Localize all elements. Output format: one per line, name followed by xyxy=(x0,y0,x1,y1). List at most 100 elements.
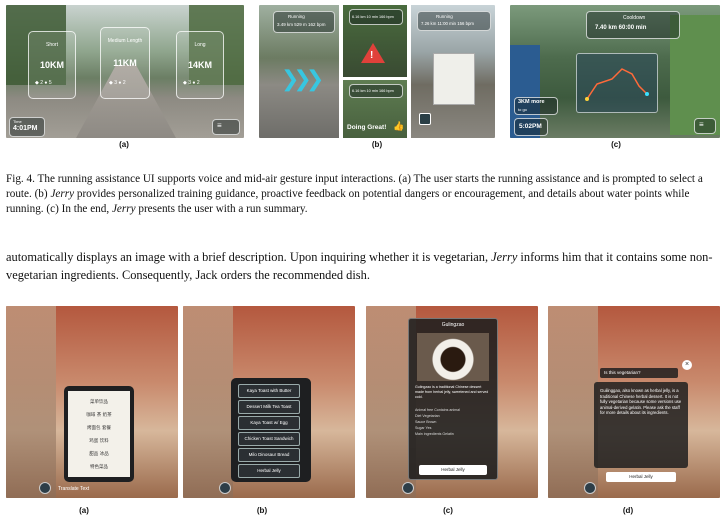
route-distance: 10KM xyxy=(39,60,64,70)
menu-line: 特色菜品 xyxy=(90,465,108,470)
close-icon[interactable]: × xyxy=(682,360,692,370)
dish-info-card: Gulingzao Gulingzao is a traditional Chi… xyxy=(408,318,498,480)
cooldown-stats: 7.40 km 60:00 min xyxy=(595,25,647,31)
remaining-distance: 3KM more xyxy=(518,99,545,105)
danger-warning-view: 6.16 km 10 min 166 bpm ! xyxy=(343,5,407,77)
cooldown-widget: Cooldown 7.40 km 60:00 min xyxy=(586,11,680,39)
route-map xyxy=(576,53,658,113)
route-path xyxy=(585,68,649,101)
voice-icon[interactable] xyxy=(219,482,231,494)
caption-jerry-1: Jerry xyxy=(50,188,75,200)
running-stats: 6.16 km 10 min 166 bpm xyxy=(352,15,394,19)
subfigure-label-b-2: (b) xyxy=(256,506,268,515)
dish-description: Gulingzao is a traditional Chinese desse… xyxy=(415,385,489,399)
running-stats-widget: 6.16 km 10 min 166 bpm xyxy=(349,9,403,25)
body-paragraph: automatically displays an image with a b… xyxy=(6,248,720,284)
water-point-view: Running 7.26 km 11:00 min 156 bpm xyxy=(411,5,495,138)
dish-option[interactable]: Herbal Jelly xyxy=(238,464,300,478)
figure-5c-image: Gulingzao Gulingzao is a traditional Chi… xyxy=(366,306,538,498)
voice-icon[interactable] xyxy=(402,482,414,494)
doing-great-text: Doing Great! xyxy=(347,124,387,131)
subfigure-label-b: (b) xyxy=(371,140,383,149)
menu-screen: 菜单饮品 咖啡 茶 奶茶 烤面包 套餐 鸡蛋 饮料 甜品 冰品 特色菜品 xyxy=(68,391,130,477)
running-stats-mini: 6.16 km 10 min 166 bpm xyxy=(352,89,394,93)
dish-facts-table: Animal free Contains animal Diet Vegetar… xyxy=(415,408,460,436)
figure-5a-image: 菜单饮品 咖啡 茶 奶茶 烤面包 套餐 鸡蛋 饮料 甜品 冰品 特色菜品 Tra… xyxy=(6,306,178,498)
running-label: Running xyxy=(288,14,305,19)
route-stats: ◆ 3 ● 2 xyxy=(183,80,200,86)
figure-4b-image: Running 3.49 km 529 m 162 bpm ❯❯❯ 6.16 k… xyxy=(259,5,495,138)
dish-photo xyxy=(417,333,489,381)
figure-caption: Fig. 4. The running assistance UI suppor… xyxy=(6,172,720,217)
menu-icon[interactable]: ≡ xyxy=(694,118,716,134)
running-stats: 3.49 km 529 m 162 bpm xyxy=(277,22,326,27)
time-widget: 5:02PM xyxy=(514,118,548,136)
cooldown-label: Cooldown xyxy=(623,15,646,21)
voice-icon[interactable] xyxy=(39,482,51,494)
pin-icon: ● xyxy=(44,80,48,86)
route-name: Short xyxy=(46,42,58,48)
dish-title: Gulingzao xyxy=(441,322,465,328)
remaining-sub: to go xyxy=(518,107,527,112)
menu-icon[interactable]: ≡ xyxy=(212,119,240,135)
thumbs-up-icon: 👍 xyxy=(393,121,405,131)
translate-text-button[interactable]: Translate Text xyxy=(58,486,89,492)
running-stats-widget: Running 7.26 km 11:00 min 156 bpm xyxy=(417,11,491,31)
figure-5b-image: Kaya Toast with Butter Dessert Milk Tea … xyxy=(183,306,355,498)
route-card-medium[interactable]: Medium Length 11KM ◆ 3 ● 2 xyxy=(100,27,150,99)
tablet: 菜单饮品 咖啡 茶 奶茶 烤面包 套餐 鸡蛋 饮料 甜品 冰品 特色菜品 xyxy=(64,386,134,482)
route-distance: 14KM xyxy=(187,60,212,70)
running-view-1: Running 3.49 km 529 m 162 bpm ❯❯❯ xyxy=(259,5,339,138)
herbal-jelly-button[interactable]: Herbal Jelly xyxy=(606,472,676,482)
body-text-1: automatically displays an image with a b… xyxy=(6,250,492,264)
route-name: Medium Length xyxy=(107,38,143,44)
time-value: 4:01PM xyxy=(13,125,38,132)
running-stats-widget: 6.16 km 10 min 166 bpm xyxy=(349,84,403,98)
dish-option[interactable]: Milo Dinosaur Bread xyxy=(238,448,300,462)
figure-4c-image: Cooldown 7.40 km 60:00 min 3KM more to g… xyxy=(510,5,720,138)
route-card-long[interactable]: Long 14KM ◆ 3 ● 2 xyxy=(176,31,224,99)
encouragement-view: 6.16 km 10 min 166 bpm Doing Great! 👍 xyxy=(343,80,407,138)
dish-option[interactable]: Chicken Toast Sandwich xyxy=(238,432,300,446)
figure-4a-image: Short 10KM ◆ 2 ● 5 Medium Length 11KM ◆ … xyxy=(6,5,244,138)
route-stats: ◆ 3 ● 2 xyxy=(109,80,126,86)
subfigure-label-c-2: (c) xyxy=(443,506,453,515)
subfigure-label-a: (a) xyxy=(119,140,129,149)
route-stats: ◆ 2 ● 5 xyxy=(35,80,52,86)
running-label: Running xyxy=(436,14,453,19)
water-icon: ◆ xyxy=(35,80,39,86)
figure-5d-image: × Is this vegetarian? Guilinggao, also k… xyxy=(548,306,720,498)
figure-number: Fig. 4. xyxy=(6,173,35,185)
answer-text: Guilinggao, also known as herbal jelly, … xyxy=(600,388,682,416)
voice-icon[interactable] xyxy=(584,482,596,494)
time-value: 5:02PM xyxy=(519,123,542,130)
menu-line: 甜品 冰品 xyxy=(89,452,109,457)
time-widget: Time 4:01PM xyxy=(9,117,45,137)
caption-text-3: presents the user with a run summary. xyxy=(135,203,308,215)
direction-arrow-icon: ❯❯❯ xyxy=(281,67,324,92)
running-stats: 7.26 km 11:00 min 156 bpm xyxy=(421,21,474,26)
water-point-marker xyxy=(419,113,431,125)
subfigure-label-a-2: (a) xyxy=(79,506,89,515)
subfigure-label-c: (c) xyxy=(611,140,621,149)
answer-card: Guilinggao, also known as herbal jelly, … xyxy=(594,382,688,468)
question-text: Is this vegetarian? xyxy=(604,370,641,375)
caption-jerry-2: Jerry xyxy=(111,203,136,215)
dish-option[interactable]: Dessert Milk Tea Toast xyxy=(238,400,300,414)
remaining-distance-widget: 3KM more to go xyxy=(514,97,558,115)
route-name: Long xyxy=(194,42,206,48)
menu-line: 烤面包 套餐 xyxy=(87,426,111,431)
herbal-jelly-button[interactable]: Herbal Jelly xyxy=(419,465,487,475)
subfigure-label-d-2: (d) xyxy=(622,506,634,515)
dish-option[interactable]: Kaya Toast with Butter xyxy=(238,384,300,398)
pin-icon: ● xyxy=(118,80,122,86)
route-card-short[interactable]: Short 10KM ◆ 2 ● 5 xyxy=(28,31,76,99)
body-jerry: Jerry xyxy=(491,250,518,264)
menu-line: 咖啡 茶 奶茶 xyxy=(86,413,112,418)
water-icon: ◆ xyxy=(109,80,113,86)
dish-option[interactable]: Kaya Toast w/ Egg xyxy=(238,416,300,430)
water-icon: ◆ xyxy=(183,80,187,86)
pin-icon: ● xyxy=(192,80,196,86)
tablet: Kaya Toast with Butter Dessert Milk Tea … xyxy=(231,378,311,482)
question-bubble: Is this vegetarian? xyxy=(600,368,678,378)
